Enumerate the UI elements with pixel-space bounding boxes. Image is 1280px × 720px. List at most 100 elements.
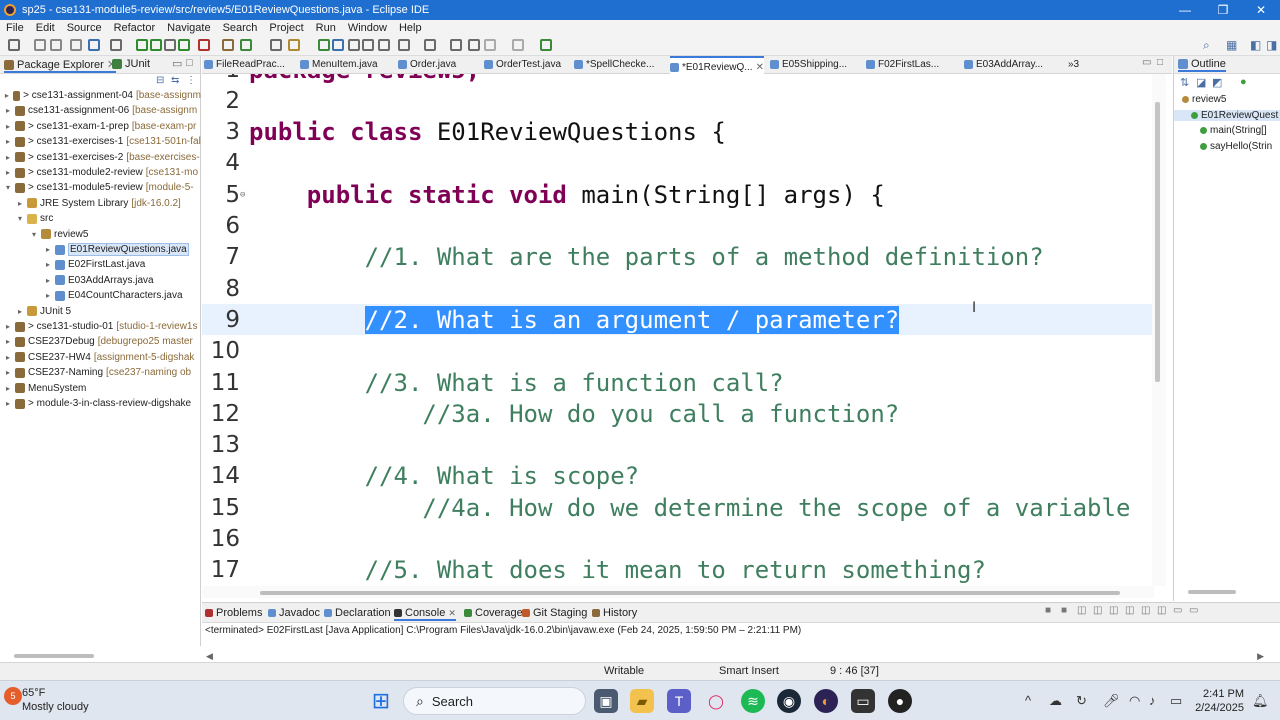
link-editor-icon[interactable]: ⇆ [171,75,179,86]
github-icon[interactable]: ● [888,689,912,713]
java-perspective-icon[interactable]: ◧ [1250,38,1261,52]
tree-item[interactable]: ▸ JUnit 5 [0,304,201,319]
toolbar-button-20[interactable] [378,39,390,51]
tab-declaration[interactable]: Declaration [324,607,391,619]
outline-hscroll[interactable] [1188,590,1236,594]
remove-all-icon[interactable]: ◫ [1077,605,1086,616]
hide-nonpublic-icon[interactable]: ● [1240,76,1247,88]
opera-icon[interactable]: ◯ [704,689,728,713]
toolbar-button-21[interactable] [398,39,410,51]
toolbar-button-25[interactable] [484,39,496,51]
menu-window[interactable]: Window [342,22,393,34]
expand-arrow-icon[interactable]: ▸ [4,368,12,377]
tree-item[interactable]: ▸ cse131-assignment-06 [base-assignm [0,103,201,118]
editor-tab[interactable]: F02FirstLas... [866,59,939,70]
code-line[interactable]: 6 [202,211,1154,242]
toolbar-button-15[interactable] [288,39,300,51]
hide-static-icon[interactable]: ◩ [1212,76,1222,89]
search-toolbar-icon[interactable]: ⌕ [1203,38,1210,53]
console-scroll-right[interactable]: ▶ [1257,651,1264,662]
minimize-button[interactable]: — [1166,3,1204,17]
minimize-editor-icon[interactable]: ▭ [1142,57,1151,68]
file-explorer-icon[interactable]: ▰ [630,689,654,713]
console-scroll-left[interactable]: ◀ [206,651,213,662]
tab-junit[interactable]: JUnit [112,58,150,70]
expand-arrow-icon[interactable]: ▸ [4,322,12,331]
toolbar-button-4[interactable] [70,39,82,51]
battery-icon[interactable]: ▭ [1170,693,1182,709]
tree-item[interactable]: ▸ > module-3-in-class-review-digshake [0,396,201,411]
word-wrap-icon[interactable]: ◫ [1109,605,1118,616]
toolbar-button-13[interactable] [240,39,252,51]
toolbar-button-9[interactable] [164,39,176,51]
expand-arrow-icon[interactable]: ▸ [4,384,12,393]
code-line[interactable]: 7 //1. What are the parts of a method de… [202,242,1154,273]
editor-vscroll[interactable] [1152,74,1166,586]
expand-arrow-icon[interactable]: ▸ [4,122,12,131]
taskbar-search[interactable]: ⌕ Search [403,687,586,715]
expand-arrow-icon[interactable]: ▸ [4,399,12,408]
volume-icon[interactable]: ♪ [1149,693,1156,708]
explorer-hscroll[interactable] [14,654,94,658]
code-line[interactable]: 8 [202,273,1154,304]
code-line[interactable]: 9 //2. What is an argument / parameter? [202,304,1154,336]
open-perspective-icon[interactable]: ▦ [1226,38,1237,52]
tree-item[interactable]: ▾ > cse131-module5-review [module-5- [0,180,201,195]
tray-overflow-icon[interactable]: ^ [1025,693,1031,708]
tab-console[interactable]: Console ✕ [394,607,456,621]
toolbar-button-23[interactable] [450,39,462,51]
code-line[interactable]: 1 package review5; [202,74,1154,85]
weather-widget[interactable]: 65°F Mostly cloudy [22,686,89,714]
minimize-view-icon[interactable]: ▭ [172,57,182,70]
editor-tab[interactable]: *E01ReviewQ... ✕ [670,56,764,74]
editor-tab[interactable]: OrderTest.java [484,59,561,70]
tree-item[interactable]: ▸ E01ReviewQuestions.java [0,242,201,257]
expand-arrow-icon[interactable]: ▸ [44,260,52,269]
tab-problems[interactable]: Problems [205,607,262,619]
code-line[interactable]: 17 //5. What does it mean to return some… [202,555,1154,586]
expand-arrow-icon[interactable]: ▸ [4,353,12,362]
editor-tab[interactable]: Order.java [398,59,456,70]
expand-arrow-icon[interactable]: ▸ [16,307,24,316]
wifi-icon[interactable]: ◠ [1129,693,1140,709]
editor-tab[interactable]: »3 [1068,59,1079,70]
editor-vscroll-thumb[interactable] [1155,102,1160,382]
toolbar-button-6[interactable] [110,39,122,51]
toolbar-button-3[interactable] [50,39,62,51]
code-line[interactable]: 15 //4a. How do we determine the scope o… [202,492,1154,523]
tree-item[interactable]: ▾ src [0,211,201,226]
outline-item[interactable]: E01ReviewQuest [1174,109,1280,121]
minimize-view-icon[interactable]: ▭ [1173,605,1182,616]
clock[interactable]: 2:41 PM 2/24/2025 [1195,687,1244,715]
toolbar-button-8[interactable] [150,39,162,51]
editor-hscroll[interactable] [202,586,1154,598]
toolbar-button-19[interactable] [362,39,374,51]
toolbar-button-12[interactable] [222,39,234,51]
close-icon[interactable]: ✕ [448,608,456,619]
toolbar-button-1[interactable] [8,39,20,51]
expand-arrow-icon[interactable]: ▸ [4,137,12,146]
fold-icon[interactable]: ⊖ [240,190,249,200]
code-line[interactable]: 2 [202,85,1154,116]
microphone-icon[interactable]: 🎤︎ [1103,693,1120,709]
tree-item[interactable]: ▸ > cse131-module2-review [cse131-mo [0,165,201,180]
expand-arrow-icon[interactable]: ▸ [4,337,12,346]
scroll-lock-icon[interactable]: ◫ [1093,605,1102,616]
code-line[interactable]: 13 [202,430,1154,461]
eclipse-taskbar-icon[interactable]: ◐ [814,689,838,713]
tree-item[interactable]: ▸ E04CountCharacters.java [0,288,201,303]
expand-arrow-icon[interactable]: ▾ [16,214,24,223]
expand-arrow-icon[interactable]: ▸ [4,153,12,162]
terminal-icon[interactable]: ▭ [851,689,875,713]
outline-item[interactable]: review5 [1174,94,1280,105]
toolbar-button-24[interactable] [468,39,480,51]
editor-tab[interactable]: *SpellChecke... [574,59,654,70]
expand-arrow-icon[interactable]: ▸ [4,168,12,177]
toolbar-button-2[interactable] [34,39,46,51]
tab-history[interactable]: History [592,607,637,619]
expand-arrow-icon[interactable]: ▸ [44,276,52,285]
tab-package-explorer[interactable]: Package Explorer ✕ [4,58,117,73]
maximize-view-icon[interactable]: □ [186,57,193,69]
tree-item[interactable]: ▸ MenuSystem [0,381,201,396]
editor-hscroll-thumb[interactable] [260,591,1120,595]
